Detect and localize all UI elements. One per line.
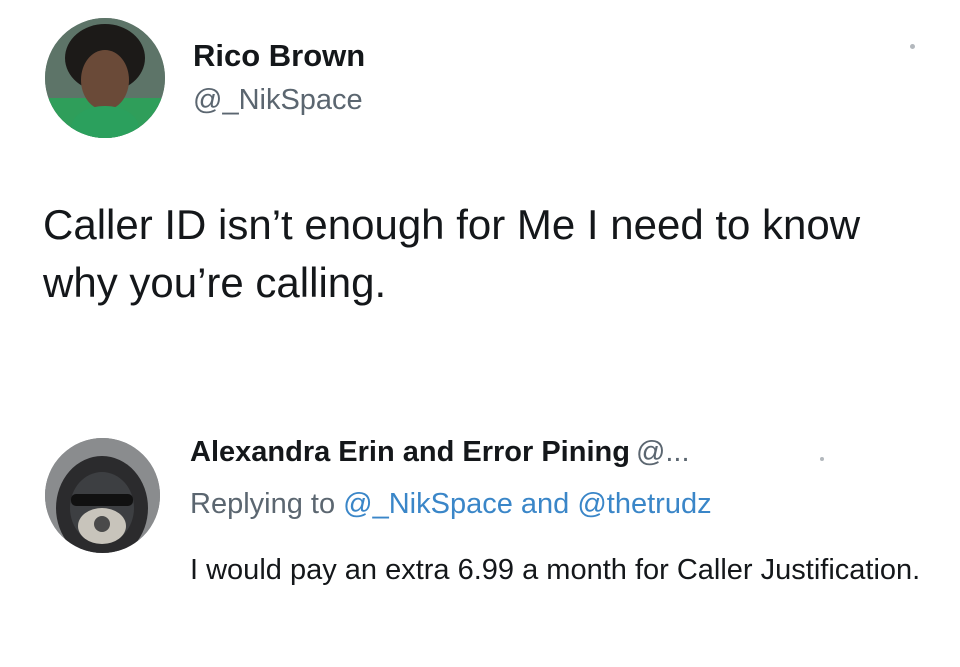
replying-to-label: Replying to [190,488,336,520]
tweet-screenshot: Rico Brown @_NikSpace Caller ID isn’t en… [0,0,960,667]
mention-nikspace-link[interactable]: @_NikSpace [343,488,513,520]
avatar-image-icon [45,438,160,553]
more-options-icon[interactable] [910,44,915,49]
author-name[interactable]: Rico Brown [193,38,365,74]
more-options-icon[interactable] [820,457,824,461]
author-handle[interactable]: @_NikSpace [193,84,363,117]
avatar-image-icon [45,18,165,138]
reply-author-name[interactable]: Alexandra Erin and Error Pining [190,436,630,468]
mention-thetrudz-link[interactable]: @thetrudz [577,488,711,520]
reply-text: I would pay an extra 6.99 a month for Ca… [190,554,921,586]
reply-author-handle[interactable]: @... [636,436,690,468]
avatar-rico-brown[interactable] [45,18,165,138]
avatar-reply-author[interactable] [45,438,160,553]
replying-to-line: Replying to @_NikSpace and @thetrudz [190,488,712,521]
replying-joiner: and [520,488,570,520]
tweet-text: Caller ID isn’t enough for Me I need to … [43,201,861,306]
reply-author-row: Alexandra Erin and Error Pining @... [190,436,690,469]
